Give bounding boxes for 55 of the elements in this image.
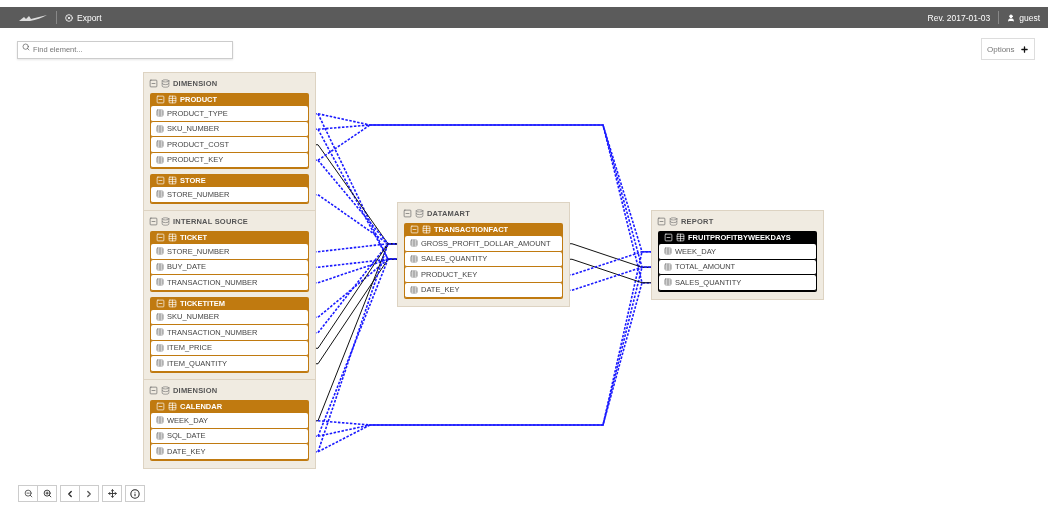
column-icon <box>156 247 164 256</box>
database-icon <box>415 208 424 218</box>
user-menu[interactable]: guest <box>1007 12 1040 23</box>
forward-button[interactable] <box>79 485 99 502</box>
plus-icon <box>1020 44 1029 54</box>
table-icon <box>168 402 177 411</box>
logo-icon[interactable] <box>18 13 48 22</box>
table-icon <box>676 233 685 242</box>
database-icon <box>161 216 170 226</box>
table-icon <box>168 176 177 185</box>
zoom-out-button[interactable] <box>18 485 38 502</box>
fit-view-button[interactable] <box>102 485 122 502</box>
options-button[interactable]: Options <box>981 38 1035 60</box>
column-icon <box>156 328 164 337</box>
column-icon <box>156 262 164 271</box>
move-icon <box>107 489 117 498</box>
column-icon <box>410 239 418 248</box>
info-icon <box>130 488 140 499</box>
database-icon <box>161 78 170 88</box>
column-icon <box>156 447 164 456</box>
column-icon <box>410 254 418 263</box>
column-icon <box>156 312 164 321</box>
column-icon <box>410 285 418 294</box>
chevron-right-icon <box>84 488 94 499</box>
table-icon <box>168 298 177 308</box>
column-icon <box>156 124 164 133</box>
column-icon <box>156 278 164 287</box>
zoom-out-icon <box>23 489 33 498</box>
table-icon <box>168 95 177 104</box>
info-button[interactable] <box>125 485 145 502</box>
column-icon <box>156 359 164 368</box>
user-icon <box>1007 13 1016 22</box>
zoom-in-icon <box>42 489 52 498</box>
database-icon <box>161 385 170 395</box>
column-icon <box>156 343 164 352</box>
column-icon <box>664 247 672 256</box>
table-icon <box>422 225 431 234</box>
column-icon <box>410 270 418 279</box>
x-circle-icon <box>65 13 73 22</box>
zoom-in-button[interactable] <box>37 485 57 502</box>
column-icon <box>156 155 164 164</box>
column-icon <box>156 109 164 118</box>
table-icon <box>168 233 177 242</box>
back-button[interactable] <box>60 485 80 502</box>
column-icon <box>664 262 672 271</box>
revision-label: Rev. 2017-01-03 <box>927 12 991 23</box>
chevron-left-icon <box>65 488 75 499</box>
column-icon <box>156 431 164 440</box>
search-icon <box>22 43 30 51</box>
column-icon <box>156 140 164 149</box>
column-icon <box>156 416 164 425</box>
export-link[interactable]: Export <box>65 12 102 23</box>
column-icon <box>156 190 164 199</box>
column-icon <box>664 278 672 287</box>
database-icon <box>669 216 678 226</box>
